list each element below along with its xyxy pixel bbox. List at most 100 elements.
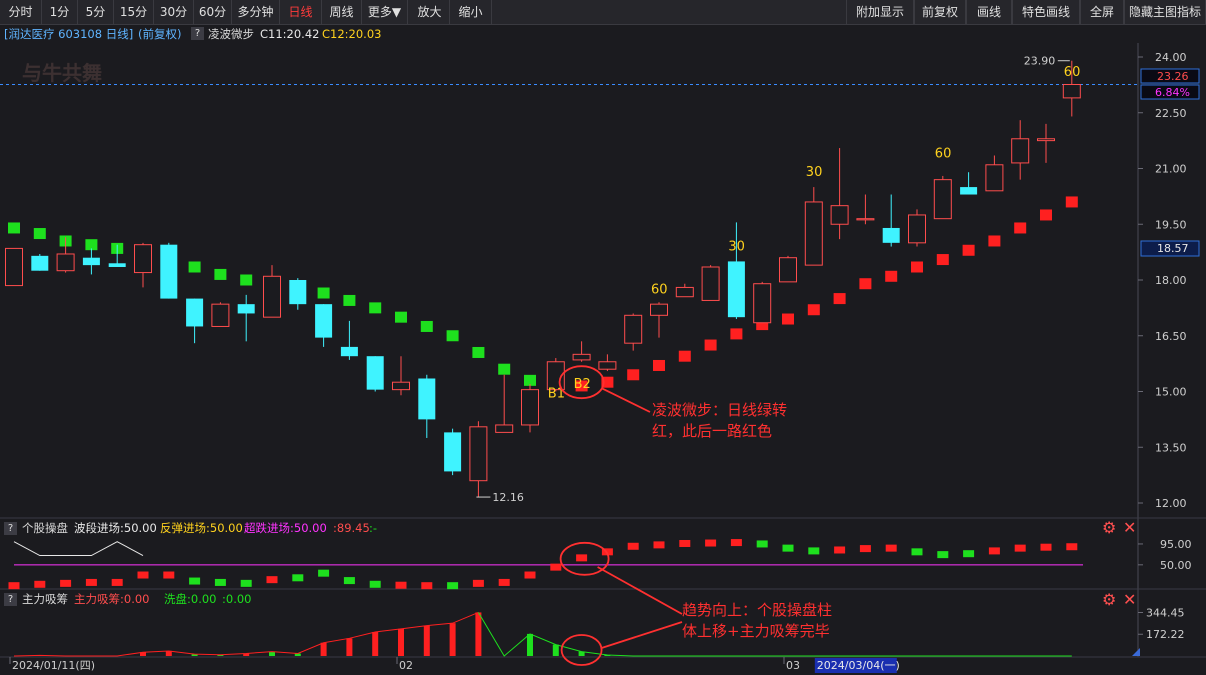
sub1-bar (911, 548, 923, 556)
sub1-bar (963, 550, 975, 558)
candle-body (340, 346, 358, 357)
candle-label: 60 (1064, 65, 1081, 80)
toolbar-button-11[interactable]: 缩小 (450, 0, 492, 24)
signal-marker (653, 359, 665, 371)
toolbar-button-10[interactable]: 放大 (410, 0, 450, 24)
sub1-circle (559, 541, 610, 576)
sub1-tick-label: 95.00 (1160, 538, 1192, 551)
signal-marker (111, 242, 124, 254)
sub2-bar (191, 654, 198, 656)
candle-body (31, 255, 49, 271)
sub1-bar (421, 582, 433, 590)
sub1-white-line (13, 541, 144, 557)
signal-marker (575, 380, 588, 392)
toolbar-right-button-5[interactable]: 隐藏主图指标 (1124, 0, 1206, 24)
sub1-title[interactable]: 个股操盘 (22, 520, 68, 536)
sub2-title[interactable]: 主力吸筹 (22, 591, 68, 607)
toolbar-button-3[interactable]: 15分 (114, 0, 154, 24)
sub2-bar (243, 653, 250, 656)
price-tick-label: 21.00 (1155, 163, 1187, 176)
current-price-box (1140, 68, 1200, 84)
sub2-header: ? 主力吸筹 主力吸筹:0.00 洗盘:0.00 :0.00 (0, 591, 1206, 607)
candle-body (1011, 138, 1030, 164)
toolbar-button-7[interactable]: 日线 (280, 0, 322, 24)
toolbar-button-9[interactable]: 更多▼ (362, 0, 408, 24)
candle-body (624, 314, 643, 344)
signal-marker (756, 319, 769, 331)
candle-label: B1 (548, 386, 565, 401)
sub1-header: ? 个股操盘 波段进场:50.00 反弹进场:50.00 超跌进场:50.00 … (0, 520, 1206, 536)
sub1-bar (240, 579, 252, 587)
sub2-settings-icon[interactable]: ⚙ (1102, 592, 1116, 608)
toolbar-right-button-0[interactable]: 附加显示 (846, 0, 914, 24)
sub2-help-button[interactable]: ? (4, 593, 17, 606)
candle-body (108, 263, 126, 267)
indicator-help-button[interactable]: ? (191, 27, 204, 40)
sub1-bar (137, 571, 149, 579)
sub-annotation-arrow (601, 621, 683, 649)
sub1-bar (653, 541, 665, 549)
marker-price-box (1140, 240, 1200, 257)
candle-label: 30 (728, 240, 745, 255)
sub2-close-icon[interactable]: ✕ (1123, 592, 1136, 608)
candle-body (1037, 138, 1055, 142)
sub2-label-c: :0.00 (222, 592, 252, 606)
sub2-label-a: 主力吸筹:0.00 (74, 592, 150, 606)
indicator-name[interactable]: 凌波微步 (208, 25, 254, 43)
toolbar-button-4[interactable]: 30分 (154, 0, 194, 24)
sub2-bar (294, 653, 301, 656)
candle-body (82, 257, 100, 266)
sub2-label-b: 洗盘:0.00 (164, 592, 217, 606)
sub1-bar (601, 548, 613, 556)
candle-body (211, 303, 230, 327)
toolbar-right-button-2[interactable]: 画线 (966, 0, 1012, 24)
candle-body (675, 286, 694, 298)
current-price-label: 23.26 (1157, 70, 1189, 83)
candle-body (186, 298, 204, 327)
sub2-bar (552, 644, 559, 656)
candle-body (727, 261, 745, 318)
signal-marker (1065, 196, 1078, 208)
sub1-bar (524, 571, 536, 579)
sub1-close-icon[interactable]: ✕ (1123, 520, 1136, 536)
candle-body (134, 244, 152, 274)
sub1-label-b: 反弹进场:50.00 (160, 521, 243, 535)
stock-title[interactable]: [润达医疗 603108 日线] (4, 25, 133, 43)
candle-label: 60 (651, 282, 668, 297)
candle-body (237, 304, 255, 314)
candle-label: 30 (806, 165, 823, 180)
toolbar-right-button-4[interactable]: 全屏 (1080, 0, 1124, 24)
toolbar-button-6[interactable]: 多分钟 (232, 0, 280, 24)
signal-marker (498, 363, 511, 375)
sub1-bar (447, 582, 459, 590)
signal-marker (291, 281, 304, 293)
signal-marker (627, 369, 640, 381)
toolbar-button-8[interactable]: 周线 (322, 0, 362, 24)
candle-body (315, 304, 333, 338)
chart-area[interactable]: 与牛共舞 24.00 22.50 21.00 19.50 18.00 16.50 15.00 1… (0, 0, 1206, 675)
candle-body (960, 187, 978, 195)
signal-marker (395, 311, 407, 323)
sub2-bar (449, 623, 456, 656)
price-tick-label: 18.00 (1155, 274, 1187, 287)
sub1-settings-icon[interactable]: ⚙ (1102, 520, 1116, 536)
toolbar-right-button-1[interactable]: 前复权 (914, 0, 966, 24)
price-tick-label: 16.50 (1155, 330, 1187, 343)
toolbar-button-0[interactable]: 分时 (0, 0, 42, 24)
sub1-bar (988, 547, 1000, 555)
toolbar-button-1[interactable]: 1分 (42, 0, 78, 24)
sub1-label-c: 超跌进场:50.00 (244, 521, 327, 535)
signal-marker (369, 302, 382, 314)
sub-annotation-text: 体上移+主力吸筹完毕 (682, 622, 830, 640)
sub1-label-a: 波段进场:50.00 (74, 521, 157, 535)
sub1-bar (1066, 543, 1078, 551)
toolbar-button-5[interactable]: 60分 (194, 0, 232, 24)
sub1-bar (808, 547, 820, 555)
sub1-help-button[interactable]: ? (4, 522, 17, 535)
candle-body (521, 389, 539, 426)
sub1-bar (292, 574, 304, 582)
toolbar-right-button-3[interactable]: 特色画线 (1012, 0, 1080, 24)
candle-body (985, 164, 1004, 192)
toolbar-button-2[interactable]: 5分 (78, 0, 114, 24)
candle-body (495, 424, 514, 433)
